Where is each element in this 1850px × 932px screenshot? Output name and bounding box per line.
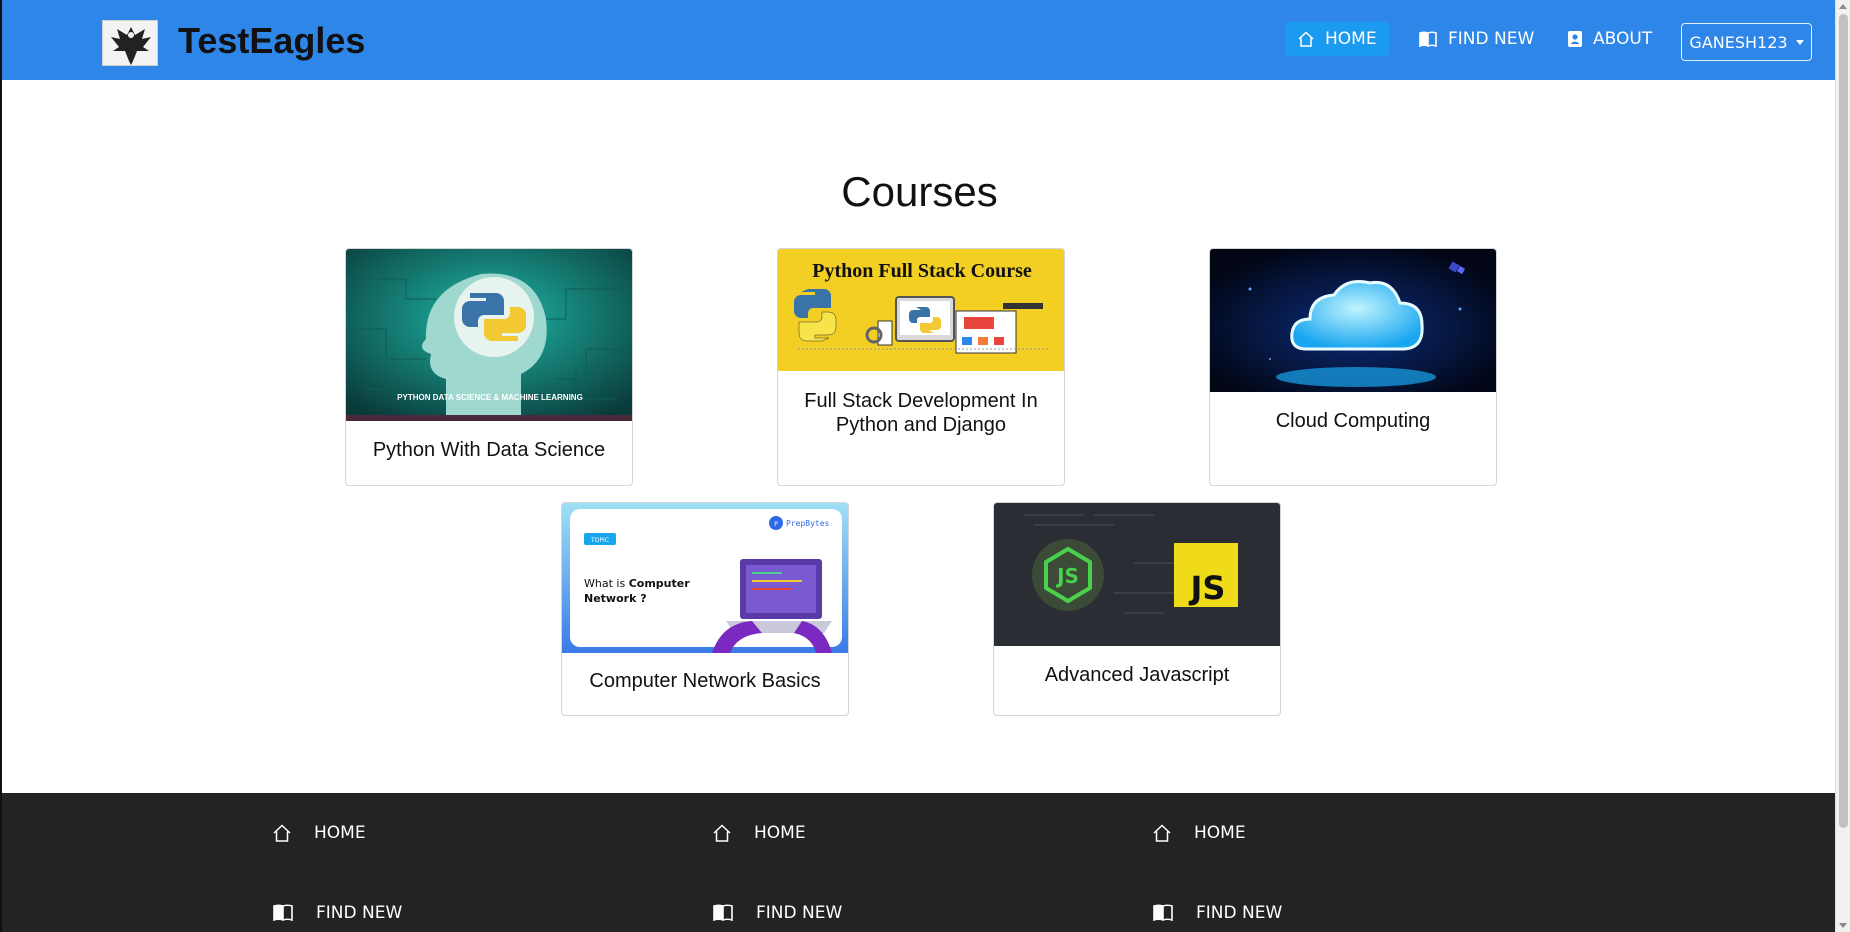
user-dropdown-label: GANESH123 — [1689, 32, 1788, 52]
nav-about[interactable]: ABOUT — [1555, 22, 1664, 56]
footer-link-label: HOME — [314, 823, 366, 843]
image-text-3: Network ? — [584, 592, 647, 605]
footer-link-label: HOME — [754, 823, 806, 843]
footer-find-new-link-3[interactable]: FIND NEW — [1152, 903, 1282, 923]
nav-about-label: ABOUT — [1593, 29, 1653, 49]
home-icon — [273, 824, 291, 842]
course-title: Cloud Computing — [1275, 410, 1431, 432]
book-icon — [273, 904, 293, 922]
course-image: PYTHON DATA SCIENCE & MACHINE LEARNING — [346, 249, 632, 421]
home-icon — [713, 824, 731, 842]
page: TestEagles HOME FIND NEW ABOUT GANESH123… — [0, 0, 1837, 932]
footer-link-label: FIND NEW — [1196, 903, 1283, 923]
vertical-scrollbar[interactable] — [1835, 0, 1850, 932]
navbar: TestEagles HOME FIND NEW ABOUT GANESH123 — [2, 0, 1837, 80]
footer-find-new-link-1[interactable]: FIND NEW — [272, 903, 402, 923]
eagle-logo-icon[interactable] — [102, 20, 158, 66]
footer: HOME FIND NEW HOME FIND NEW HOME FIND NE… — [2, 793, 1837, 932]
nav-find-new[interactable]: FIND NEW — [1406, 22, 1546, 56]
course-card-python-data-science[interactable]: PYTHON DATA SCIENCE & MACHINE LEARNING P… — [345, 248, 633, 486]
footer-home-link-3[interactable]: HOME — [1152, 823, 1246, 843]
course-image: JS JS — [994, 503, 1280, 646]
contact-icon — [1568, 31, 1582, 47]
course-title: Python With Data Science — [372, 439, 606, 461]
image-text-1: What is — [584, 577, 629, 590]
image-brand: PrepBytes — [786, 519, 830, 528]
chevron-down-icon — [1795, 39, 1804, 45]
course-title: Computer Network Basics — [589, 670, 821, 692]
svg-text:What is Computer: What is Computer — [584, 577, 690, 590]
brand-name[interactable]: TestEagles — [178, 20, 365, 62]
course-title: Advanced Javascript — [1044, 664, 1230, 686]
book-icon — [1419, 31, 1437, 48]
svg-text:P: P — [774, 521, 778, 528]
course-image-text: Python Full Stack Course — [812, 260, 1032, 282]
scroll-down-arrow-icon[interactable] — [1839, 923, 1847, 928]
course-card-full-stack-python-django[interactable]: Python Full Stack Course Full Stack Deve… — [777, 248, 1065, 486]
course-image-text: PYTHON DATA SCIENCE & MACHINE LEARNING — [397, 393, 583, 402]
user-dropdown[interactable]: GANESH123 — [1681, 23, 1812, 61]
book-icon — [713, 904, 733, 922]
footer-home-link-2[interactable]: HOME — [712, 823, 806, 843]
nav-find-new-label: FIND NEW — [1448, 29, 1535, 49]
course-image: Python Full Stack Course — [778, 249, 1064, 371]
home-icon — [1153, 824, 1171, 842]
course-image — [1210, 249, 1496, 392]
course-card-advanced-javascript[interactable]: JS JS Advanced Javascript — [993, 502, 1281, 716]
svg-text:JS: JS — [1055, 564, 1079, 588]
footer-link-label: FIND NEW — [316, 903, 403, 923]
course-image: TOPIC What is Computer Network ? P PrepB… — [562, 503, 848, 653]
footer-find-new-link-2[interactable]: FIND NEW — [712, 903, 842, 923]
course-card-cloud-computing[interactable]: Cloud Computing — [1209, 248, 1497, 486]
scrollbar-thumb[interactable] — [1839, 14, 1848, 828]
book-icon — [1153, 904, 1173, 922]
footer-home-link-1[interactable]: HOME — [272, 823, 366, 843]
course-title: Full Stack Development In Python and Dja… — [804, 390, 1038, 436]
nav-home[interactable]: HOME — [1285, 22, 1389, 56]
footer-link-label: HOME — [1194, 823, 1246, 843]
home-icon — [1298, 31, 1314, 47]
nav-home-label: HOME — [1325, 29, 1377, 49]
topic-tag: TOPIC — [590, 537, 609, 544]
course-card-computer-network-basics[interactable]: TOPIC What is Computer Network ? P PrepB… — [561, 502, 849, 716]
image-text-2: Computer — [629, 577, 691, 590]
course-image-text: JS — [1189, 569, 1226, 607]
scroll-up-arrow-icon[interactable] — [1839, 4, 1847, 9]
page-title: Courses — [841, 168, 998, 215]
footer-link-label: FIND NEW — [756, 903, 843, 923]
